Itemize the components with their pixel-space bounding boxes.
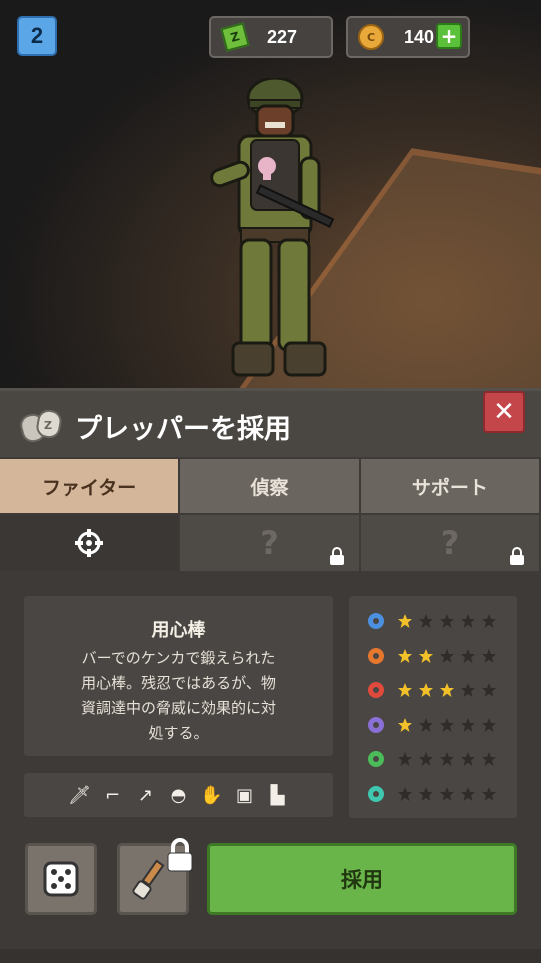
key-icon	[365, 783, 387, 805]
knife-icon: 🗡	[68, 784, 91, 806]
stats-panel	[349, 596, 517, 818]
boots-icon: ▙	[270, 784, 285, 806]
character-description-text: バーでのケンカで鍛えられた 用心棒。残忍ではあるが、物 資調達中の脅威に効果的に…	[80, 649, 276, 742]
top-bar: 2 Z 227 C 140 +	[0, 12, 541, 60]
stat-row	[349, 675, 517, 705]
svg-text:Z: Z	[44, 419, 52, 432]
equipment-row: 🗡 ⌐ ↗ ◓ ✋ ▣ ▙	[24, 773, 333, 817]
character-description: 用心棒 バーでのケンカで鍛えられた 用心棒。残忍ではあるが、物 資調達中の脅威に…	[24, 596, 333, 756]
hire-button[interactable]: 採用	[207, 843, 517, 915]
level-badge[interactable]: 2	[17, 16, 57, 56]
cash-value: 227	[267, 26, 298, 47]
star-empty-icon	[419, 786, 433, 801]
plant-icon	[365, 748, 387, 770]
star-empty-icon	[461, 648, 475, 663]
tab-support[interactable]: サポート	[360, 459, 541, 513]
star-empty-icon	[419, 614, 433, 628]
game-scene	[0, 0, 541, 400]
sub-slot-1[interactable]	[0, 515, 180, 571]
spear-icon: ↗	[137, 784, 154, 806]
star-filled-icon	[398, 717, 412, 732]
lock-icon	[330, 547, 344, 565]
coin-counter: C 140 +	[346, 16, 470, 58]
star-empty-icon	[461, 717, 475, 732]
star-empty-icon	[419, 717, 433, 732]
panel-header: Z プレッパーを採用 ✕	[0, 391, 541, 457]
tab-fighter[interactable]: ファイター	[0, 459, 181, 513]
sub-slot-3[interactable]: ?	[361, 515, 541, 571]
star-empty-icon	[440, 717, 454, 732]
star-filled-icon	[398, 648, 412, 663]
star-empty-icon	[398, 786, 412, 801]
star-empty-icon	[482, 614, 496, 628]
star-filled-icon	[419, 683, 433, 697]
gear-icon	[365, 610, 387, 632]
stat-row	[349, 606, 517, 636]
star-filled-icon	[440, 683, 454, 697]
star-empty-icon	[482, 786, 496, 801]
star-empty-icon	[482, 752, 496, 766]
close-button[interactable]: ✕	[483, 391, 525, 433]
cash-icon: Z	[220, 22, 250, 52]
class-tabs: ファイター 偵察 サポート	[0, 459, 541, 513]
star-empty-icon	[461, 683, 475, 697]
star-empty-icon	[461, 614, 475, 628]
star-filled-icon	[398, 683, 412, 697]
star-empty-icon	[461, 786, 475, 801]
reroll-dice-button[interactable]	[25, 843, 97, 915]
character-name: 用心棒	[151, 620, 206, 641]
add-coins-button[interactable]: +	[436, 23, 462, 49]
sword-icon	[365, 679, 387, 701]
star-empty-icon	[482, 648, 496, 663]
star-empty-icon	[461, 752, 475, 766]
ghost-icon	[365, 714, 387, 736]
recruit-panel: Z プレッパーを採用 ✕ ファイター 偵察 サポート ? ? 用心棒 バーでのケ…	[0, 388, 541, 963]
dog-tags-icon: Z	[20, 409, 62, 443]
stat-row	[349, 641, 517, 671]
panel-bottom-edge	[0, 949, 541, 963]
star-empty-icon	[440, 614, 454, 628]
stat-row	[349, 710, 517, 740]
star-filled-icon	[419, 648, 433, 663]
coin-icon: C	[358, 24, 384, 50]
brush-lock-icon	[167, 838, 193, 872]
vest-icon: ▣	[235, 784, 253, 806]
star-empty-icon	[482, 717, 496, 732]
specialization-row: ? ?	[0, 515, 541, 571]
gear-orange-icon	[365, 645, 387, 667]
unknown-mark: ?	[440, 524, 460, 562]
star-empty-icon	[419, 752, 433, 766]
crosshair-icon	[75, 529, 103, 557]
cash-counter: Z 227	[209, 16, 333, 58]
stat-row	[349, 779, 517, 809]
dice-icon	[43, 861, 79, 897]
soldier-character	[210, 78, 335, 377]
glove-icon: ✋	[200, 784, 223, 806]
panel-title: プレッパーを採用	[75, 414, 291, 445]
star-empty-icon	[440, 648, 454, 663]
sub-slot-2[interactable]: ?	[180, 515, 361, 571]
star-empty-icon	[398, 752, 412, 766]
star-empty-icon	[440, 752, 454, 766]
star-empty-icon	[482, 683, 496, 697]
star-empty-icon	[440, 786, 454, 801]
lock-icon	[510, 547, 524, 565]
stat-row	[349, 744, 517, 774]
helmet-icon: ◓	[170, 784, 187, 806]
tab-scout[interactable]: 偵察	[180, 459, 361, 513]
star-filled-icon	[398, 614, 412, 628]
rifle-icon: ⌐	[104, 784, 121, 806]
coin-value: 140	[404, 26, 435, 47]
unknown-mark: ?	[260, 524, 279, 562]
